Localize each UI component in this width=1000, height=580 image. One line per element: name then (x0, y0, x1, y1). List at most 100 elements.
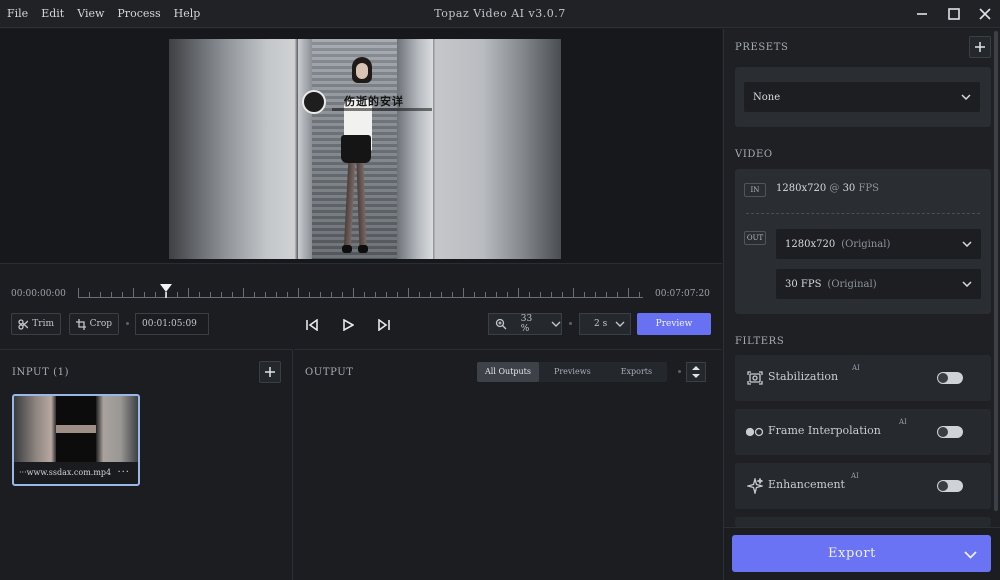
maximize-button[interactable] (938, 0, 970, 28)
ruler-tick (199, 292, 200, 297)
close-button[interactable] (969, 0, 1000, 28)
export-bar: Export (724, 527, 1000, 580)
play-button[interactable] (338, 315, 358, 335)
preview-button[interactable]: Preview (637, 313, 711, 335)
tab-previews[interactable]: Previews (539, 362, 606, 382)
sidebar-scrollbar[interactable] (993, 29, 999, 527)
tab-exports[interactable]: Exports (606, 362, 667, 382)
input-resolution: 1280x720 (776, 183, 827, 194)
maximize-icon (948, 8, 960, 20)
trim-button[interactable]: Trim (11, 313, 61, 335)
presets-label: PRESETS (735, 42, 789, 53)
playhead[interactable] (159, 283, 173, 302)
output-tabs: All Outputs Previews Exports (477, 362, 668, 382)
ai-badge: AI (899, 418, 907, 426)
ruler-tick (254, 292, 255, 297)
in-tag: IN (744, 183, 766, 197)
watermark-subtitle (332, 108, 432, 111)
scrollbar-thumb[interactable] (994, 31, 998, 511)
filter-name: Frame Interpolation (768, 424, 881, 437)
output-resolution: 1280x720 (785, 238, 836, 250)
ruler-tick (452, 292, 453, 297)
ruler-tick (430, 292, 431, 297)
plus-icon (975, 42, 985, 52)
export-label: Export (828, 546, 877, 561)
ruler-tick (89, 292, 90, 297)
ruler-tick (188, 288, 189, 297)
clip-filename: ···www.ssdax.com.mp4 (19, 468, 112, 477)
input-clip[interactable]: ···www.ssdax.com.mp4 ··· (12, 394, 140, 486)
frame-interpolation-toggle[interactable] (937, 426, 963, 438)
ruler-tick (507, 292, 508, 297)
tab-all-outputs[interactable]: All Outputs (477, 362, 539, 382)
ruler-tick (133, 288, 134, 297)
zoom-select[interactable]: 33 % (488, 313, 562, 335)
filter-frame-interpolation[interactable]: Frame Interpolation AI (735, 409, 991, 455)
export-options-button[interactable] (964, 548, 977, 563)
ruler-tick (573, 288, 574, 297)
ruler-tick (419, 292, 420, 297)
preset-select[interactable]: None (744, 82, 980, 112)
separator-dot (678, 370, 681, 373)
minimize-button[interactable] (906, 0, 938, 28)
separator-dot (569, 322, 572, 325)
playhead-icon (159, 284, 172, 298)
filter-enhancement[interactable]: Enhancement AI (735, 463, 991, 509)
filter-next-partial (735, 517, 991, 527)
ruler-tick (386, 292, 387, 297)
ruler-tick (100, 292, 101, 297)
title-bar: File Edit View Process Help Topaz Video … (0, 0, 1000, 28)
separator-dot (126, 322, 129, 325)
ruler-tick (342, 292, 343, 297)
crop-icon (76, 318, 86, 330)
close-icon (979, 8, 991, 20)
output-fps: 30 FPS (785, 278, 822, 290)
ruler-tick (331, 292, 332, 297)
input-at: @ (829, 183, 840, 194)
video-divider (746, 213, 980, 214)
ruler-tick (265, 292, 266, 297)
ruler-tick (375, 292, 376, 297)
output-fps-select[interactable]: 30 FPS (Original) (776, 269, 981, 299)
input-label: INPUT (1) (12, 367, 70, 378)
input-fps: 30 (842, 183, 856, 194)
speed-select[interactable]: 2 s (579, 313, 631, 335)
ruler-tick (562, 292, 563, 297)
sort-button[interactable] (686, 362, 706, 382)
filter-name: Stabilization (768, 370, 839, 383)
ruler-tick (595, 292, 596, 297)
current-time-field[interactable]: 00:01:05:09 (135, 313, 209, 335)
video-label: VIDEO (735, 149, 773, 160)
ruler-tick (78, 288, 79, 297)
ruler-tick (474, 292, 475, 297)
chevron-down-icon (962, 241, 972, 248)
output-resolution-select[interactable]: 1280x720 (Original) (776, 229, 981, 259)
add-input-button[interactable] (259, 361, 281, 383)
chevron-down-icon (615, 321, 625, 327)
crop-label: Crop (89, 319, 112, 329)
crop-button[interactable]: Crop (69, 313, 119, 335)
enhancement-toggle[interactable] (937, 480, 963, 492)
step-back-button[interactable] (302, 315, 322, 335)
preset-value: None (753, 91, 781, 103)
add-preset-button[interactable] (969, 36, 991, 58)
ruler-tick (144, 292, 145, 297)
step-forward-button[interactable] (374, 315, 394, 335)
ruler-tick (408, 288, 409, 297)
video-frame: 伤逝的安详 (169, 39, 561, 259)
stabilization-toggle[interactable] (937, 372, 963, 384)
timeline-panel: 00:00:00:00 00:07:07:20 Trim Crop 00:01:… (0, 263, 722, 348)
output-resolution-note: (Original) (841, 238, 891, 250)
step-back-icon (306, 319, 318, 331)
clip-more-button[interactable]: ··· (117, 467, 130, 478)
export-button[interactable]: Export (732, 535, 991, 572)
ruler-tick (155, 292, 156, 297)
chevron-down-icon (962, 281, 972, 288)
ruler-tick (287, 292, 288, 297)
ai-badge: AI (852, 364, 860, 372)
ruler-tick (276, 292, 277, 297)
ruler-tick (397, 292, 398, 297)
input-panel: INPUT (1) ···www.ssdax.com.mp4 ··· (0, 349, 293, 580)
filter-stabilization[interactable]: Stabilization AI (735, 355, 991, 401)
stabilization-icon (747, 371, 763, 385)
